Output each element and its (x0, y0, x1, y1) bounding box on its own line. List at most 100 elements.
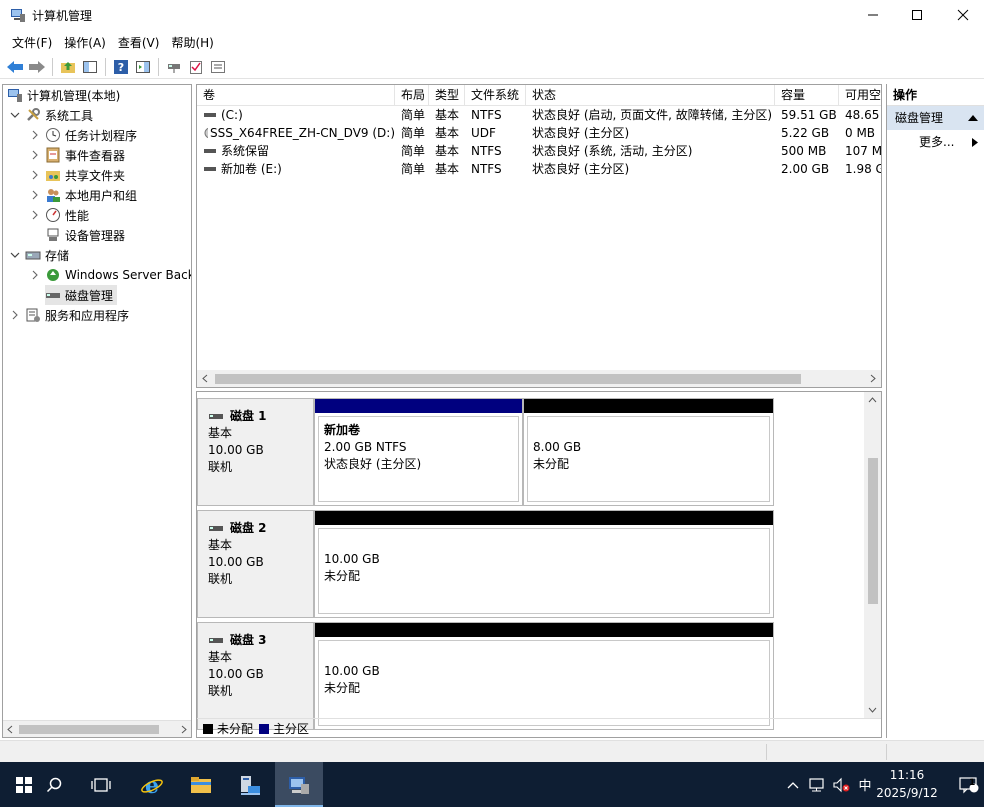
column-header-type[interactable]: 类型 (429, 85, 465, 106)
menu-action[interactable]: 操作(A) (58, 34, 112, 51)
close-button[interactable] (940, 0, 984, 30)
chevron-right-icon[interactable] (29, 209, 41, 221)
disk-name: 磁盘 2 (230, 521, 267, 535)
taskbar-server-manager-button[interactable] (226, 762, 274, 807)
taskbar-ie-button[interactable]: e (128, 762, 176, 807)
column-header-layout[interactable]: 布局 (395, 85, 429, 106)
tree-item-disk-management[interactable]: 磁盘管理 (45, 285, 118, 305)
scroll-down-icon[interactable] (868, 706, 877, 714)
taskbar-computer-management-button[interactable] (275, 762, 323, 807)
column-header-volume[interactable]: 卷 (197, 85, 395, 106)
actions-more[interactable]: 更多... (887, 130, 984, 154)
partition-unallocated[interactable]: 10.00 GB 未分配 (314, 622, 774, 730)
partition-unallocated[interactable]: 8.00 GB 未分配 (523, 398, 774, 506)
disk-type: 基本 (208, 538, 233, 552)
chevron-down-icon[interactable] (9, 109, 21, 121)
volume-row[interactable]: SSS_X64FREE_ZH-CN_DV9 (D:) 简单 基本 UDF 状态良… (197, 124, 881, 142)
notification-center-button[interactable]: 1 (956, 762, 982, 807)
properties-button[interactable] (207, 56, 229, 78)
disk-label[interactable]: 磁盘 3 基本 10.00 GB 联机 (197, 622, 314, 730)
chevron-right-icon[interactable] (29, 169, 41, 181)
tree-item-root[interactable]: 计算机管理(本地) (7, 85, 120, 105)
tree-item-performance[interactable]: 性能 (29, 205, 89, 225)
help-button[interactable]: ? (110, 56, 132, 78)
menu-help[interactable]: 帮助(H) (165, 34, 219, 51)
chevron-right-icon[interactable] (29, 149, 41, 161)
volume-row[interactable]: 系统保留 简单 基本 NTFS 状态良好 (系统, 活动, 主分区) 500 M… (197, 142, 881, 160)
column-header-capacity[interactable]: 容量 (775, 85, 839, 106)
volume-tray-button[interactable] (830, 762, 852, 807)
storage-icon (25, 251, 41, 260)
scroll-right-icon[interactable] (180, 725, 188, 734)
tree-item-label: 系统工具 (45, 108, 94, 123)
disk-status: 联机 (208, 572, 233, 586)
scroll-left-icon[interactable] (6, 725, 14, 734)
checklist-button[interactable] (185, 56, 207, 78)
menu-file[interactable]: 文件(F) (6, 34, 58, 51)
up-folder-button[interactable] (57, 56, 79, 78)
toolbar: ? (0, 55, 984, 79)
partition-unallocated[interactable]: 10.00 GB 未分配 (314, 510, 774, 618)
forward-button[interactable] (26, 56, 48, 78)
scrollbar-thumb[interactable] (19, 725, 159, 734)
search-button[interactable] (30, 762, 78, 807)
taskbar-file-explorer-button[interactable] (177, 762, 225, 807)
scroll-left-icon[interactable] (201, 374, 209, 383)
tree-item-storage[interactable]: 存储 (9, 245, 69, 265)
disk-type: 基本 (208, 426, 233, 440)
chevron-right-icon[interactable] (29, 269, 41, 281)
volume-status: 状态良好 (系统, 活动, 主分区) (532, 144, 693, 158)
title-bar: 计算机管理 (0, 0, 984, 30)
scroll-up-icon[interactable] (868, 396, 877, 404)
minimize-button[interactable] (850, 0, 896, 30)
tree-item-task-scheduler[interactable]: 任务计划程序 (29, 125, 137, 145)
column-header-status[interactable]: 状态 (526, 85, 775, 106)
tree-item-shared-folders[interactable]: 共享文件夹 (29, 165, 125, 185)
tree-item-device-manager[interactable]: 设备管理器 (45, 225, 125, 245)
scrollbar-thumb[interactable] (215, 374, 801, 384)
scrollbar-thumb[interactable] (868, 458, 878, 604)
disk-icon (209, 413, 223, 419)
chevron-right-icon[interactable] (29, 189, 41, 201)
actions-section-disk-management[interactable]: 磁盘管理 (887, 106, 984, 130)
volume-free-space: 1.98 G (845, 162, 882, 176)
menu-view[interactable]: 查看(V) (112, 34, 166, 51)
partition-primary[interactable]: 新加卷 2.00 GB NTFS 状态良好 (主分区) (314, 398, 523, 506)
maximize-button[interactable] (894, 0, 940, 30)
tree-item-system-tools[interactable]: 系统工具 (9, 105, 93, 125)
disk-size: 10.00 GB (208, 667, 264, 681)
show-hide-action-pane-button[interactable] (132, 56, 154, 78)
chevron-right-icon[interactable] (29, 129, 41, 141)
network-icon (809, 777, 824, 791)
chevron-down-icon[interactable] (9, 249, 21, 261)
show-hidden-icons-button[interactable] (782, 762, 804, 807)
folder-icon (191, 776, 211, 793)
disk-label[interactable]: 磁盘 1 基本 10.00 GB 联机 (197, 398, 314, 506)
volume-layout: 简单 (401, 108, 426, 122)
connect-button[interactable] (163, 56, 185, 78)
partition-size: 10.00 GB (324, 552, 380, 566)
tree-item-event-viewer[interactable]: 事件查看器 (29, 145, 125, 165)
collapse-up-icon[interactable] (968, 114, 978, 122)
volume-list-horizontal-scrollbar[interactable] (197, 370, 881, 387)
tree-item-services-apps[interactable]: 服务和应用程序 (9, 305, 129, 325)
chevron-right-icon[interactable] (9, 309, 21, 321)
volume-row[interactable]: 新加卷 (E:) 简单 基本 NTFS 状态良好 (主分区) 2.00 GB 1… (197, 160, 881, 178)
tree-item-label: 磁盘管理 (65, 288, 114, 303)
taskbar-clock[interactable]: 11:16 2025/9/12 (872, 766, 942, 802)
volume-type: 基本 (435, 162, 460, 176)
column-header-filesystem[interactable]: 文件系统 (465, 85, 526, 106)
disk-map-vertical-scrollbar[interactable] (864, 392, 881, 718)
back-button[interactable] (4, 56, 26, 78)
volume-row[interactable]: (C:) 简单 基本 NTFS 状态良好 (启动, 页面文件, 故障转储, 主分… (197, 106, 881, 124)
disk-label[interactable]: 磁盘 2 基本 10.00 GB 联机 (197, 510, 314, 618)
tree-item-local-users[interactable]: 本地用户和组 (29, 185, 137, 205)
column-header-free-space[interactable]: 可用空 (839, 85, 881, 106)
network-tray-button[interactable] (806, 762, 828, 807)
scroll-right-icon[interactable] (869, 374, 877, 383)
volume-free-space: 48.65 (845, 108, 880, 122)
show-hide-tree-button[interactable] (79, 56, 101, 78)
tree-horizontal-scrollbar[interactable] (3, 720, 191, 737)
tree-item-windows-server-backup[interactable]: Windows Server Backup (29, 265, 191, 285)
task-view-button[interactable] (77, 762, 125, 807)
